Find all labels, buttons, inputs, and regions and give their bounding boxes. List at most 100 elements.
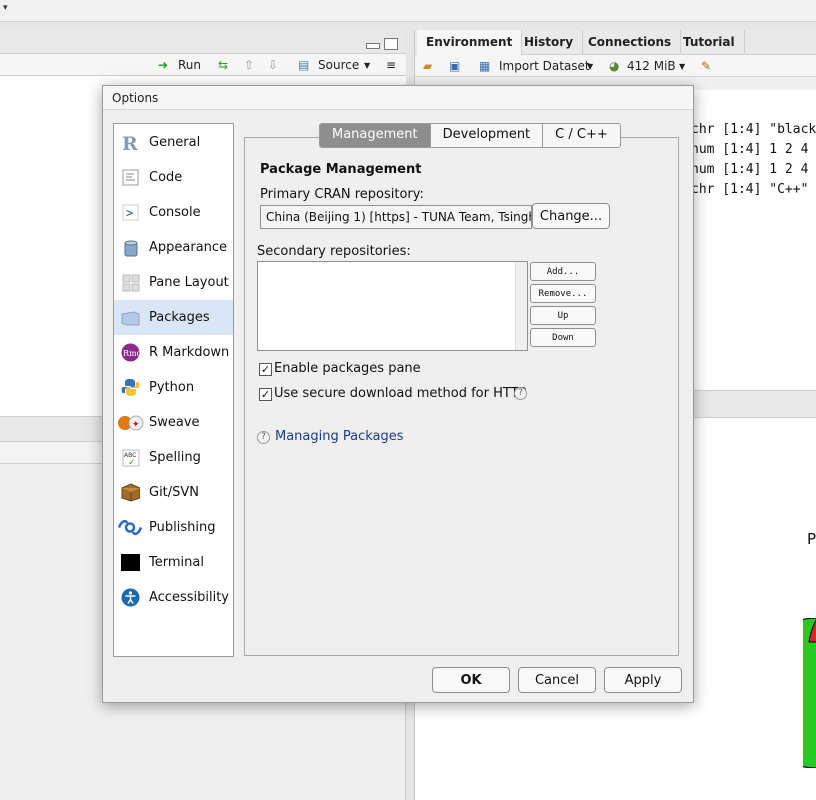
svg-text:Rmd: Rmd <box>123 349 140 358</box>
tab-development[interactable]: Development <box>431 124 544 147</box>
accessibility-icon <box>121 588 140 607</box>
run-button[interactable]: Run <box>178 58 201 72</box>
memory-usage[interactable]: 412 MiB <box>627 59 676 73</box>
tab-history[interactable]: History <box>515 30 584 55</box>
plot-title-fragment: P <box>807 530 816 548</box>
maximize-pane-icon[interactable] <box>384 38 398 50</box>
env-row[interactable]: chr [1:4] "C++" <box>691 182 808 197</box>
sidebar-item-label: Spelling <box>149 450 201 465</box>
secure-download-checkbox[interactable]: ✓ <box>259 388 272 401</box>
env-row[interactable]: chr [1:4] "black <box>691 122 816 137</box>
options-sidebar: R General Code > Console Appearance Pane… <box>113 123 234 657</box>
sidebar-item-pane-layout[interactable]: Pane Layout <box>114 265 233 300</box>
rerun-icon[interactable]: ⇆ <box>218 58 228 72</box>
run-arrow-icon[interactable]: ➜ <box>158 58 168 72</box>
sidebar-item-label: Publishing <box>149 520 216 535</box>
git-svn-icon <box>121 483 140 502</box>
sweave-icon: ✦ <box>117 413 145 432</box>
top-menu-bar: ▾ <box>0 0 816 22</box>
rmd-icon: Rmd <box>121 343 140 362</box>
outline-icon[interactable]: ≡ <box>386 58 396 72</box>
publishing-icon <box>118 518 142 537</box>
pie-chart-fragment <box>803 618 816 768</box>
go-up-icon[interactable]: ⇧ <box>244 58 254 72</box>
section-title: Package Management <box>260 162 422 177</box>
enable-packages-pane-checkbox[interactable]: ✓ <box>259 363 272 376</box>
console-icon: > <box>121 203 140 222</box>
remove-repo-button[interactable]: Remove... <box>530 284 596 303</box>
apply-button[interactable]: Apply <box>604 667 682 693</box>
svg-text:✦: ✦ <box>132 420 140 430</box>
list-scrollbar[interactable] <box>515 262 527 350</box>
code-icon <box>121 168 140 187</box>
sidebar-item-r-markdown[interactable]: Rmd R Markdown <box>114 335 233 370</box>
sidebar-item-label: Code <box>149 170 183 185</box>
tab-tutorial[interactable]: Tutorial <box>674 30 745 55</box>
import-dropdown-icon[interactable]: ▼ <box>587 62 593 71</box>
source-button[interactable]: Source <box>318 58 359 72</box>
env-row[interactable]: num [1:4] 1 2 4 <box>691 142 808 157</box>
pane-layout-icon <box>121 273 140 292</box>
change-repo-button[interactable]: Change... <box>532 203 610 229</box>
environment-toolbar: ▰ ▣ ▦ Import Dataset ▼ ◕ 412 MiB ▼ ✎ <box>415 55 816 77</box>
help-icon: ? <box>257 431 270 444</box>
sidebar-item-label: Pane Layout <box>149 275 229 290</box>
move-up-button[interactable]: Up <box>530 306 596 325</box>
source-file-icon: ▤ <box>298 58 310 72</box>
sidebar-item-code[interactable]: Code <box>114 160 233 195</box>
sidebar-item-label: Sweave <box>149 415 200 430</box>
primary-repo-field[interactable]: China (Beijing 1) [https] - TUNA Team, T… <box>260 205 532 229</box>
managing-packages-link[interactable]: Managing Packages <box>275 429 404 444</box>
sidebar-item-general[interactable]: R General <box>114 125 233 160</box>
enable-packages-pane-label: Enable packages pane <box>274 361 421 376</box>
sidebar-item-console[interactable]: > Console <box>114 195 233 230</box>
ok-button[interactable]: OK <box>432 667 510 693</box>
secondary-repos-list[interactable] <box>257 261 528 351</box>
svg-text:✓: ✓ <box>128 458 136 467</box>
move-down-button[interactable]: Down <box>530 328 596 347</box>
cancel-button[interactable]: Cancel <box>518 667 596 693</box>
source-dropdown-icon[interactable]: ▼ <box>364 61 370 70</box>
sidebar-item-git-svn[interactable]: Git/SVN <box>114 475 233 510</box>
tab-connections[interactable]: Connections <box>579 30 682 55</box>
sidebar-item-python[interactable]: Python <box>114 370 233 405</box>
sidebar-item-packages[interactable]: Packages <box>114 300 233 335</box>
source-pane-header <box>0 30 406 54</box>
sidebar-item-publishing[interactable]: Publishing <box>114 510 233 545</box>
dialog-title: Options <box>112 91 159 105</box>
sidebar-item-accessibility[interactable]: Accessibility <box>114 580 233 615</box>
sidebar-item-sweave[interactable]: ✦ Sweave <box>114 405 233 440</box>
secure-download-label: Use secure download method for HTTP <box>274 386 527 401</box>
spelling-icon: ABC ✓ <box>121 448 140 467</box>
sidebar-item-label: Accessibility <box>149 590 229 605</box>
tab-management[interactable]: Management <box>320 124 431 147</box>
menu-caret-icon[interactable]: ▾ <box>3 3 8 13</box>
sidebar-item-appearance[interactable]: Appearance <box>114 230 233 265</box>
sidebar-item-label: Python <box>149 380 195 395</box>
save-icon[interactable]: ▣ <box>449 59 460 73</box>
terminal-icon <box>121 553 140 572</box>
open-folder-icon[interactable]: ▰ <box>423 59 432 73</box>
sidebar-item-label: Packages <box>149 310 210 325</box>
broom-icon[interactable]: ✎ <box>701 59 711 73</box>
tab-environment[interactable]: Environment <box>417 30 523 55</box>
sidebar-item-spelling[interactable]: ABC ✓ Spelling <box>114 440 233 475</box>
add-repo-button[interactable]: Add... <box>530 262 596 281</box>
tab-c-cpp[interactable]: C / C++ <box>543 124 620 147</box>
sidebar-item-label: Git/SVN <box>149 485 200 500</box>
memory-pie-icon: ◕ <box>609 59 620 73</box>
secondary-repos-label: Secondary repositories: <box>257 244 411 259</box>
minimize-pane-icon[interactable] <box>366 43 380 49</box>
go-down-icon[interactable]: ⇩ <box>268 58 278 72</box>
import-dataset-button[interactable]: Import Dataset <box>499 59 590 73</box>
packages-icon <box>121 308 140 327</box>
help-icon[interactable]: ? <box>514 387 527 400</box>
memory-dropdown-icon[interactable]: ▼ <box>679 62 685 71</box>
appearance-icon <box>121 238 140 257</box>
env-row[interactable]: num [1:4] 1 2 4 <box>691 162 808 177</box>
svg-text:>: > <box>126 206 133 220</box>
sidebar-item-label: General <box>149 135 201 150</box>
sidebar-item-terminal[interactable]: Terminal <box>114 545 233 580</box>
sidebar-item-label: Console <box>149 205 201 220</box>
python-icon <box>121 378 140 397</box>
